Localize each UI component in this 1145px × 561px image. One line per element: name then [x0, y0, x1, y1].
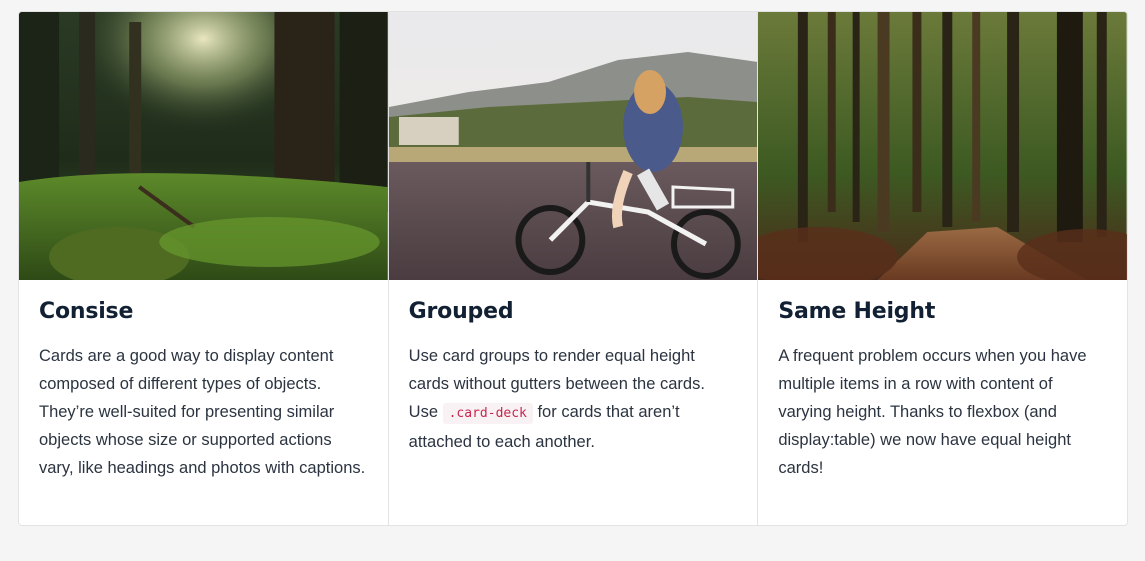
card-group: Consise Cards are a good way to display …	[18, 11, 1128, 526]
forest-path-photo	[758, 12, 1127, 280]
card-body: Same Height A frequent problem occurs wh…	[758, 280, 1127, 502]
card-text: A frequent problem occurs when you have …	[778, 347, 1087, 477]
card-body: Consise Cards are a good way to display …	[19, 280, 388, 502]
girl-on-bicycle-photo	[388, 12, 758, 280]
card-grouped: Grouped Use card groups to render equal …	[387, 12, 758, 525]
card-title: Grouped	[408, 299, 514, 324]
card-body: Grouped Use card groups to render equal …	[389, 280, 758, 476]
card-text: Cards are a good way to display content …	[39, 347, 366, 477]
card-title: Same Height	[778, 299, 936, 324]
forest-grass-photo	[19, 12, 388, 280]
card-deck-code: .card-deck	[442, 403, 533, 424]
card-consise: Consise Cards are a good way to display …	[19, 12, 388, 525]
card-text: Use card groups to render equal height c…	[409, 342, 738, 456]
card-title: Consise	[39, 299, 134, 324]
card-same-height: Same Height A frequent problem occurs wh…	[757, 12, 1127, 525]
